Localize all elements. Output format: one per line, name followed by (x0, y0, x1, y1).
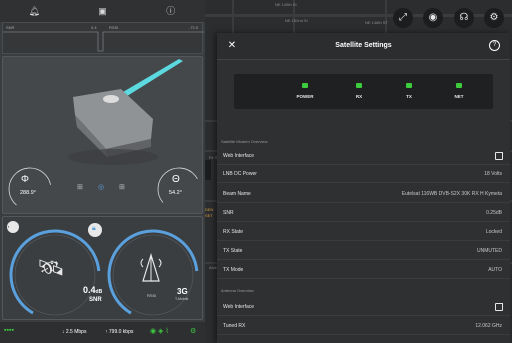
tx-led-icon (406, 83, 412, 88)
grid-icon[interactable]: ⊞ (77, 183, 83, 191)
row-web-interface[interactable]: Web Interface (217, 147, 510, 165)
row-value: 18 Volts (484, 171, 502, 177)
phi-value: 288.9° (20, 190, 36, 196)
row-tx-mode: TX Mode AUTO (217, 261, 510, 279)
status-bar: ▪▪▪▪ ↓ 2.5 Mbps ↑ 799.0 kbps ◉ ◈ ⌇ ⚙ (0, 322, 205, 343)
section-modem-overview: Satellite Modem Overview (221, 139, 268, 144)
info-icon[interactable]: ⓘ (165, 5, 177, 17)
row-key: Tuned RX (223, 323, 246, 329)
phi-symbol: Φ (21, 174, 29, 185)
theta-value: 54.2° (169, 190, 182, 196)
network-type: 3G (177, 287, 188, 296)
signal-gauges: 🔒︎ ▪ 🛰︎ 0.4dB SNR RSSI 3G T-Mobile (2, 216, 203, 320)
row-key: TX Mode (223, 267, 244, 273)
row-value: Locked (485, 229, 502, 235)
gear-icon[interactable]: ⚙ (484, 8, 504, 28)
account-icon[interactable]: ◉ (423, 8, 443, 28)
gauge-arcs (7, 221, 199, 319)
net-led-icon (456, 83, 462, 88)
row-key: TX State (223, 248, 243, 254)
header-divider (217, 59, 510, 60)
antenna-3d-view[interactable]: Φ 288.9° Θ 54.2° ⊞ ◎ ⊞ (2, 56, 203, 214)
row-value: AUTO (488, 267, 502, 273)
satellite-settings-dialog: Satellite Settings ✕ ? POWER RX TX NET S… (217, 33, 510, 343)
badge-icon: ▪ (8, 224, 10, 229)
close-icon[interactable]: ✕ (225, 39, 239, 53)
status-leds: POWER RX TX NET (234, 74, 493, 109)
map-label: SET (205, 213, 213, 218)
signal-trace (3, 31, 204, 52)
row-key: Web Interface (223, 153, 255, 159)
row-tuned-rx: Tuned RX 12.062 GHz (217, 317, 510, 335)
left-toolbar: 🔔︎ ▣ ⓘ (0, 0, 205, 22)
row-value: 0.25dB (486, 210, 502, 216)
led-rx: RX (344, 83, 374, 99)
rx-led-icon (356, 83, 362, 88)
led-label: TX (406, 94, 412, 99)
row-key: Beam Name (223, 191, 251, 197)
theta-symbol: Θ (172, 174, 180, 185)
row-snr: SNR 0.25dB (217, 204, 510, 222)
map-label: NE 149th St (275, 2, 297, 7)
rssi-label: RSSI (147, 293, 157, 298)
recenter-icon[interactable]: ◎ (98, 183, 104, 191)
settings-icon[interactable]: ⚙ (190, 327, 196, 335)
dialog-title: Satellite Settings (335, 42, 392, 49)
map-label: DEN (205, 207, 214, 212)
led-power: POWER (290, 83, 320, 99)
power-led-icon (302, 83, 308, 88)
support-icon[interactable]: ☊ (454, 8, 474, 28)
led-label: POWER (296, 94, 314, 99)
connection-icons: ◉ ◈ ⌇ (150, 328, 169, 335)
row-value: UNMUTED (477, 248, 502, 254)
snr-label: SNR (89, 297, 102, 303)
led-net: NET (444, 83, 474, 99)
map-label: NE 146th ST (365, 20, 388, 25)
download-rate: ↓ 2.5 Mbps (62, 329, 87, 335)
alert-icon[interactable]: ▣ (96, 5, 108, 17)
row-key: Web Interface (223, 304, 255, 310)
led-label: NET (454, 94, 464, 99)
antenna-panel: 🔔︎ ▣ ⓘ SNR 0.4 RSSI -72.0 Φ 288.9° Θ 54.… (0, 0, 205, 343)
open-external-icon[interactable] (495, 303, 503, 311)
tower-icon (140, 253, 162, 282)
phi-gauge (8, 167, 52, 211)
row-key: LNB DC Power (223, 171, 257, 177)
led-tx: TX (394, 83, 424, 99)
terminal-icon (103, 95, 119, 103)
grid-alt-icon[interactable]: ⊞ (119, 183, 125, 191)
theta-gauge (157, 167, 201, 211)
row-lnb-dc-power: LNB DC Power 18 Volts (217, 165, 510, 183)
lock-icon[interactable]: 🔒︎ (92, 225, 96, 233)
row-key: SNR (223, 210, 234, 216)
row-value: 12.062 GHz (475, 323, 502, 329)
trend-icon[interactable]: ⤢ (393, 8, 413, 28)
row-rx-state: RX State Locked (217, 223, 510, 241)
open-external-icon[interactable] (495, 152, 503, 160)
collapse-handle-icon[interactable] (205, 160, 211, 180)
row-key: RX State (223, 229, 244, 235)
carrier-name: T-Mobile (175, 297, 189, 301)
row-tx-state: TX State UNMUTED (217, 242, 510, 260)
upload-rate: ↑ 799.0 kbps (105, 329, 134, 335)
status-led-icon: ▪▪▪▪ (4, 327, 14, 334)
row-value: Eutelsat 116WB DVB-S2X 30K RX H Kymeta (401, 191, 502, 197)
signal-history: SNR 0.4 RSSI -72.0 (2, 22, 204, 54)
bell-icon[interactable]: 🔔︎ (28, 5, 40, 17)
row-beam-name: Beam Name Eutelsat 116WB DVB-S2X 30K RX … (217, 185, 510, 203)
satellite-icon: 🛰︎ (37, 255, 65, 280)
map-label: NE 152nd St (285, 18, 308, 23)
led-label: RX (355, 94, 363, 99)
snr-value: 0.4dB (83, 285, 103, 295)
section-antenna-overview: Antenna Overview (221, 288, 254, 293)
help-icon[interactable]: ? (489, 40, 500, 51)
row-antenna-web-interface[interactable]: Web Interface (217, 298, 510, 316)
